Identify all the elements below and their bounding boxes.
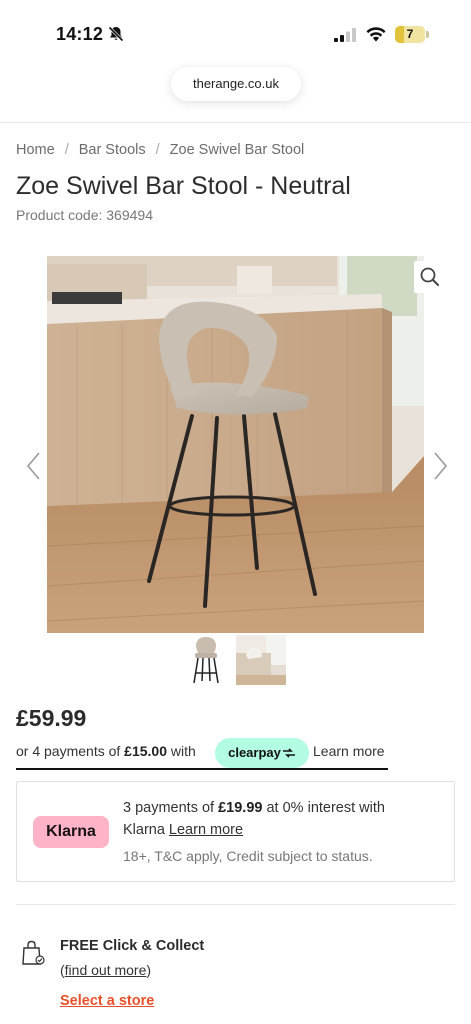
zoom-icon bbox=[420, 267, 439, 286]
breadcrumb-separator: / bbox=[155, 142, 160, 158]
thumbnail-room-image bbox=[236, 635, 286, 685]
battery-level: 7 bbox=[406, 27, 414, 41]
address-bar[interactable]: therange.co.uk bbox=[171, 67, 301, 101]
thumbnail-stool-image bbox=[181, 635, 231, 685]
product-photo bbox=[47, 256, 424, 633]
product-price: £59.99 bbox=[16, 705, 87, 731]
product-image[interactable] bbox=[47, 256, 424, 633]
click-collect-title: FREE Click & Collect bbox=[60, 938, 205, 954]
section-divider bbox=[16, 904, 455, 905]
product-title: Zoe Swivel Bar Stool - Neutral bbox=[16, 172, 351, 200]
zoom-button[interactable] bbox=[414, 261, 446, 293]
klarna-text-line1: 3 payments of £19.99 at 0% interest with bbox=[123, 800, 385, 816]
shopping-bag-icon bbox=[22, 940, 45, 965]
breadcrumb: Home / Bar Stools / Zoe Swivel Bar Stool bbox=[16, 142, 304, 158]
clearpay-learn-more-link[interactable]: Learn more bbox=[313, 743, 385, 759]
find-out-more-link[interactable]: find out more bbox=[65, 962, 147, 978]
thumbnail-2[interactable] bbox=[236, 635, 286, 685]
chevron-right-icon[interactable] bbox=[430, 450, 450, 482]
select-store-link[interactable]: Select a store bbox=[60, 993, 154, 1009]
status-time: 14:12 bbox=[56, 24, 104, 44]
klarna-text-line2: Klarna Learn more bbox=[123, 822, 244, 838]
clearpay-text: or 4 payments of £15.00 with bbox=[16, 743, 196, 759]
klarna-logo: Klarna bbox=[33, 816, 109, 848]
breadcrumb-current[interactable]: Zoe Swivel Bar Stool bbox=[170, 142, 305, 158]
clearpay-arrows-icon bbox=[282, 748, 295, 758]
clearpay-badge[interactable]: clearpay bbox=[215, 738, 309, 768]
klarna-offer: Klarna 3 payments of £19.99 at 0% intere… bbox=[16, 781, 455, 882]
clearpay-underline bbox=[16, 768, 388, 770]
battery-icon: 7 bbox=[395, 26, 429, 43]
breadcrumb-separator: / bbox=[64, 142, 69, 158]
thumbnail-1[interactable] bbox=[181, 635, 231, 685]
header-divider bbox=[0, 122, 471, 123]
breadcrumb-home[interactable]: Home bbox=[16, 142, 55, 158]
product-code: Product code: 369494 bbox=[16, 207, 153, 223]
cellular-signal-icon bbox=[334, 28, 356, 42]
bell-muted-icon bbox=[108, 26, 124, 42]
chevron-left-icon[interactable] bbox=[24, 450, 44, 482]
clearpay-offer: or 4 payments of £15.00 with clearpay Le… bbox=[16, 738, 388, 770]
wifi-icon bbox=[366, 27, 386, 42]
clearpay-amount: £15.00 bbox=[124, 743, 167, 759]
klarna-terms: 18+, T&C apply, Credit subject to status… bbox=[123, 848, 373, 864]
klarna-amount: £19.99 bbox=[218, 800, 263, 816]
status-bar: 14:12 7 bbox=[0, 0, 471, 62]
breadcrumb-bar-stools[interactable]: Bar Stools bbox=[79, 142, 146, 158]
click-collect-info: (find out more) bbox=[60, 962, 152, 978]
klarna-learn-more-link[interactable]: Learn more bbox=[169, 822, 243, 838]
